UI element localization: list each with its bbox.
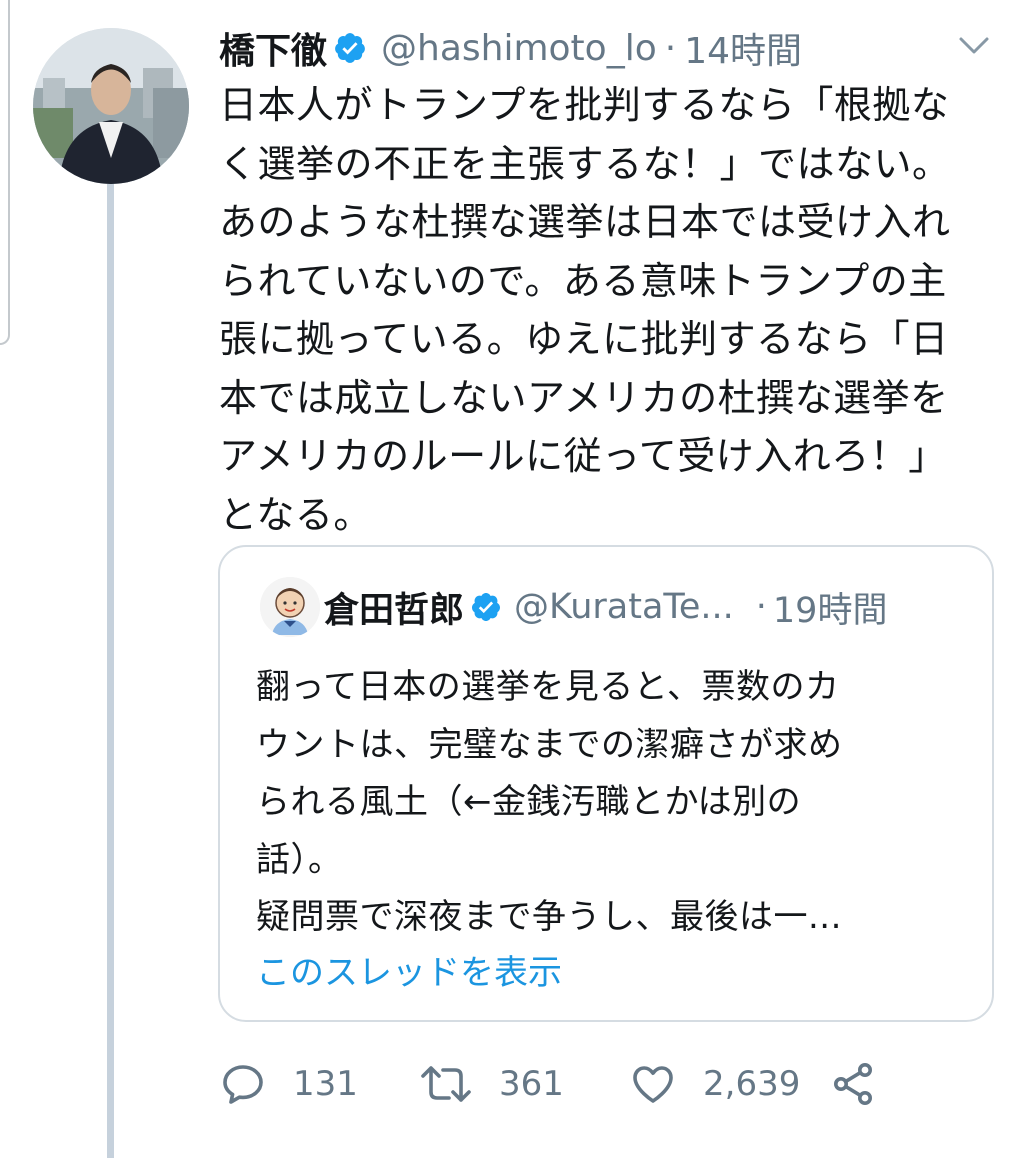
quoted-text-line: ウントは、完璧なまでの潔癖さが求め [256,724,843,765]
retweet-button[interactable]: 361 [419,1056,564,1112]
tweet-text-line: 張に拠っている。ゆえに批判するなら「日 [219,317,949,361]
tweet-text-line: 本では成立しないアメリカの杜撰な選挙を [219,375,949,420]
share-button[interactable] [829,1056,877,1112]
retweet-icon [419,1060,473,1108]
previous-screen-edge [0,0,10,345]
quoted-text-line: られる風土（←金銭汚職とかは別の [256,782,802,822]
tweet-actions: 131 361 2,639 [219,1056,919,1112]
quoted-author-handle[interactable]: @KurataTe... [514,587,734,627]
tweet-text-line: あのような杜撰な選挙は日本では受け入れ [219,200,951,244]
author-display-name[interactable]: 橋下徹 [219,22,327,74]
quoted-tweet-timestamp[interactable]: 19時間 [773,582,888,633]
share-icon [829,1060,877,1108]
tweet-timestamp[interactable]: 14時間 [684,22,802,74]
quoted-avatar[interactable] [260,577,320,637]
quoted-avatar-illustration [260,577,320,637]
quoted-tweet-text: 翻って日本の選挙を見ると、票数のカ ウントは、完璧なまでの潔癖さが求め られる風土（… [256,659,966,947]
retweet-count: 361 [499,1064,564,1104]
reply-icon [219,1060,267,1108]
tweet-text-line: 日本人がトランプを批判するなら「根拠な [219,83,950,127]
tweet-text: 日本人がトランプを批判するなら「根拠な く選挙の不正を主張するな！」ではない。 あの… [219,76,1009,544]
tweet-text-line: く選挙の不正を主張するな！」ではない。 [219,141,951,186]
tweet-header: 橋下徹 @hashimoto_lo · 14時間 [219,20,802,76]
header-separator: · [664,27,677,69]
quoted-header-separator: · [755,587,767,627]
avatar[interactable] [33,28,189,184]
reply-count: 131 [293,1064,358,1104]
tweet-text-line: アメリカのルールに従って受け入れろ！」 [219,434,947,478]
like-count: 2,639 [703,1064,801,1104]
quoted-tweet-card[interactable]: 倉田哲郎 @KurataTe... · 19時間 翻って日本の選挙を見ると、票数… [218,545,994,1022]
verified-badge-icon [470,591,502,623]
show-thread-link[interactable]: このスレッドを表示 [256,945,562,994]
reply-button[interactable]: 131 [219,1056,358,1112]
author-handle[interactable]: @hashimoto_lo [381,28,657,69]
tweet-text-line: となる。 [219,492,372,537]
heart-icon [629,1060,677,1108]
quoted-tweet-header: 倉田哲郎 @KurataTe... · 19時間 [324,579,887,635]
quoted-text-line: 翻って日本の選挙を見ると、票数のカ [256,667,840,707]
quoted-author-display-name[interactable]: 倉田哲郎 [324,582,464,633]
quoted-text-line: 話）。 [256,839,343,880]
thread-line [107,182,114,1158]
avatar-photo [33,28,189,184]
like-button[interactable]: 2,639 [629,1056,800,1112]
tweet-text-line: られていないので。ある意味トランプの主 [219,258,947,303]
quoted-text-line: 疑問票で深夜まで争うし、最後は一... [256,897,842,937]
verified-badge-icon [333,31,367,65]
chevron-down-icon[interactable] [955,30,993,60]
